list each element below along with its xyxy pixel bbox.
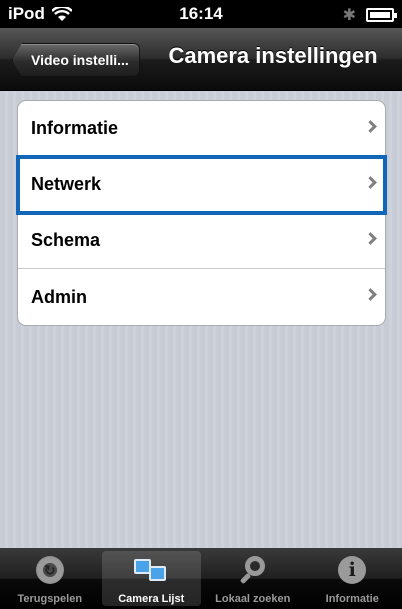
tab-label: Informatie	[325, 593, 379, 605]
menu-item-label: Schema	[31, 230, 101, 250]
tab-informatie[interactable]: i Informatie	[303, 548, 402, 609]
status-bar: iPod 16:14 ✱	[0, 0, 402, 28]
navigation-bar: Video instelli... Camera instellingen	[0, 28, 402, 91]
search-icon	[238, 556, 268, 586]
menu-item-admin[interactable]: Admin	[18, 269, 385, 325]
chevron-right-icon	[364, 288, 377, 301]
back-button[interactable]: Video instelli...	[12, 43, 140, 77]
menu-item-netwerk[interactable]: Netwerk	[16, 155, 387, 215]
menu-item-label: Admin	[31, 286, 87, 307]
settings-content: Informatie Netwerk Schema Admin	[0, 91, 402, 548]
tab-label: Terugspelen	[17, 593, 83, 605]
chevron-right-icon	[364, 176, 377, 189]
menu-item-schema[interactable]: Schema	[18, 213, 385, 269]
replay-icon: ↻	[35, 556, 64, 584]
page-title: Camera instellingen	[168, 43, 378, 68]
tab-label: Camera Lijst	[118, 593, 185, 605]
tab-camera-lijst[interactable]: Camera Lijst	[101, 551, 201, 606]
tab-bar: ↻ Terugspelen Camera Lijst Lokaal zoeken…	[0, 548, 402, 609]
chevron-right-icon	[364, 232, 377, 245]
bluetooth-icon: ✱	[342, 7, 356, 24]
tab-terugspelen[interactable]: ↻ Terugspelen	[0, 548, 100, 609]
camera-list-icon	[132, 559, 170, 587]
menu-item-label: Netwerk	[31, 174, 102, 194]
menu-item-label: Informatie	[31, 118, 119, 138]
tab-lokaal-zoeken[interactable]: Lokaal zoeken	[203, 548, 303, 609]
settings-menu: Informatie Netwerk Schema Admin	[16, 100, 387, 326]
tab-label: Lokaal zoeken	[215, 593, 291, 605]
menu-item-informatie[interactable]: Informatie	[18, 101, 385, 157]
battery-icon	[366, 8, 397, 22]
chevron-right-icon	[364, 120, 377, 133]
info-icon: i	[338, 556, 367, 584]
